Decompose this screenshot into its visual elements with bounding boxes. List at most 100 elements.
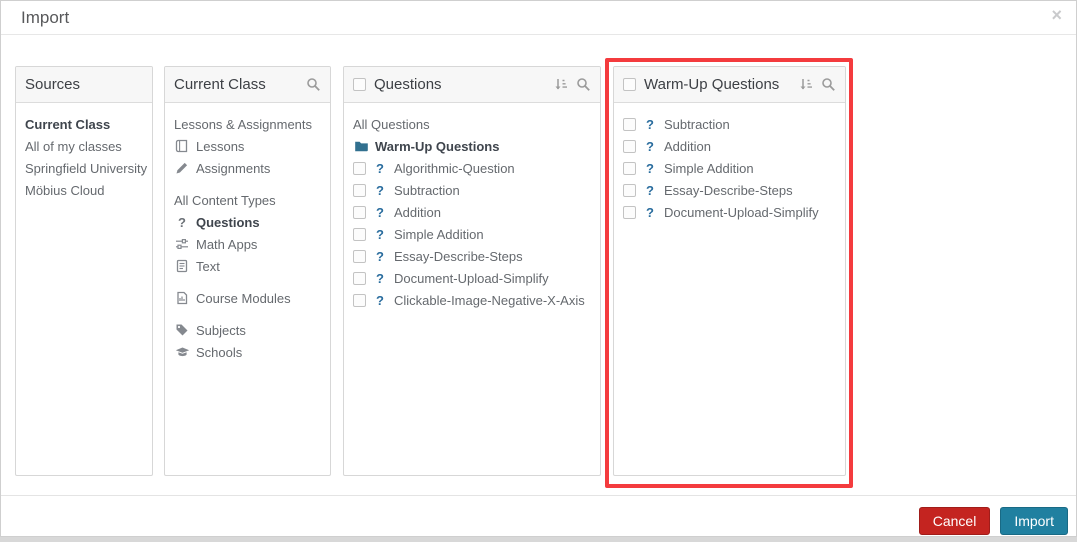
list-item-label: Simple Addition [394,226,484,242]
list-item[interactable]: Schools [174,341,321,363]
list-item-label: Subjects [196,322,246,338]
current-class-panel: Current Class Lessons & Assignments Lesso… [164,66,331,476]
list-item-label: All Content Types [174,192,276,208]
list-item[interactable]: ? Document-Upload-Simplify [623,201,836,223]
text-file-icon [174,259,190,273]
list-item-label: Math Apps [196,236,258,252]
list-item-label: Essay-Describe-Steps [664,182,793,198]
list-item-label: Springfield University [25,160,148,176]
list-item[interactable]: ? Document-Upload-Simplify [353,267,591,289]
question-icon-blue: ? [376,226,384,242]
dialog-title: Import [21,8,70,27]
footer: Cancel Import [918,507,1068,535]
list-item-label: Current Class [25,116,111,132]
list-item[interactable]: Current Class [25,113,143,135]
questions-panel-header: Questions [344,67,600,103]
graduation-cap-icon [174,345,190,359]
tag-icon [174,323,190,337]
search-icon[interactable] [575,77,591,92]
checkbox[interactable] [353,161,366,175]
list-item-label: Simple Addition [664,160,754,176]
warmup-questions-panel: Warm-Up Questions ? Subtraction? Addition?… [613,66,846,476]
list-item[interactable]: Subjects [174,319,321,341]
close-icon[interactable]: × [1051,5,1062,26]
question-icon-blue: ? [376,160,384,176]
checkbox[interactable] [353,293,366,307]
questions-panel: Questions All Questions Warm-Up Questions… [343,66,601,476]
list-item-label: All Questions [353,116,430,132]
list-item[interactable]: ? Essay-Describe-Steps [623,179,836,201]
list-item-label: Questions [196,214,260,230]
list-item[interactable]: Course Modules [174,287,321,309]
checkbox[interactable] [353,183,366,197]
checkbox[interactable] [623,205,636,219]
list-item-label: All of my classes [25,138,122,154]
list-item[interactable]: Springfield University [25,157,147,179]
list-heading: All Content Types [174,189,321,211]
current-class-list: Lessons & Assignments Lessons Assignments A… [165,103,330,363]
list-item[interactable]: All of my classes [25,135,143,157]
list-item[interactable]: ? Questions [174,211,321,233]
list-item[interactable]: ? Algorithmic-Question [353,157,591,179]
panel-title: Current Class [174,76,266,93]
list-item[interactable]: ? Addition [623,135,836,157]
question-icon-blue: ? [646,138,654,154]
list-item[interactable]: Text [174,255,321,277]
list-item[interactable]: Assignments [174,157,321,179]
import-button[interactable]: Import [1000,507,1068,535]
list-item[interactable]: ? Addition [353,201,591,223]
checkbox[interactable] [353,271,366,285]
list-item-label: Warm-Up Questions [375,138,500,154]
list-item[interactable]: Math Apps [174,233,321,255]
sort-icon[interactable] [553,77,569,92]
list-heading: All Questions [353,113,591,135]
select-all-checkbox[interactable] [353,78,366,91]
checkbox[interactable] [353,249,366,263]
panel-title: Warm-Up Questions [644,76,780,93]
course-module-icon [174,291,190,305]
question-icon-blue: ? [646,182,654,198]
select-all-checkbox[interactable] [623,78,636,91]
checkbox[interactable] [353,205,366,219]
question-icon-blue: ? [376,292,384,308]
list-item-label: Addition [394,204,441,220]
list-item-label: Text [196,258,220,274]
list-item[interactable]: Lessons [174,135,321,157]
list-item[interactable]: Warm-Up Questions [353,135,591,157]
list-item-label: Schools [196,344,243,360]
list-item[interactable]: ? Subtraction [623,113,836,135]
list-item[interactable]: Möbius Cloud [25,179,143,201]
list-item[interactable]: ? Subtraction [353,179,591,201]
checkbox[interactable] [623,139,636,153]
list-item-label: Document-Upload-Simplify [664,204,819,220]
cancel-button[interactable]: Cancel [918,507,991,535]
import-dialog: Import × Sources Current Class All of my … [0,0,1077,537]
list-item[interactable]: ? Essay-Describe-Steps [353,245,591,267]
search-icon[interactable] [305,77,321,92]
list-item-label: Addition [664,138,711,154]
checkbox[interactable] [353,227,366,241]
question-icon-blue: ? [646,204,654,220]
question-icon-blue: ? [376,248,384,264]
list-item[interactable]: ? Simple Addition [353,223,591,245]
sources-panel-header: Sources [16,67,152,103]
sort-icon[interactable] [798,77,814,92]
list-item-label: Document-Upload-Simplify [394,270,549,286]
list-item[interactable]: ? Simple Addition [623,157,836,179]
search-icon[interactable] [820,77,836,92]
question-icon: ? [178,214,186,230]
checkbox[interactable] [623,161,636,175]
checkbox[interactable] [623,183,636,197]
checkbox[interactable] [623,117,636,131]
question-icon-blue: ? [646,160,654,176]
question-icon-blue: ? [376,270,384,286]
list-item-label: Subtraction [394,182,460,198]
list-item-label: Möbius Cloud [25,182,105,198]
list-item-label: Assignments [196,160,271,176]
list-item-label: Essay-Describe-Steps [394,248,523,264]
list-item-label: Algorithmic-Question [394,160,515,176]
list-heading: Lessons & Assignments [174,113,321,135]
list-item[interactable]: ? Clickable-Image-Negative-X-Axis [353,289,591,311]
